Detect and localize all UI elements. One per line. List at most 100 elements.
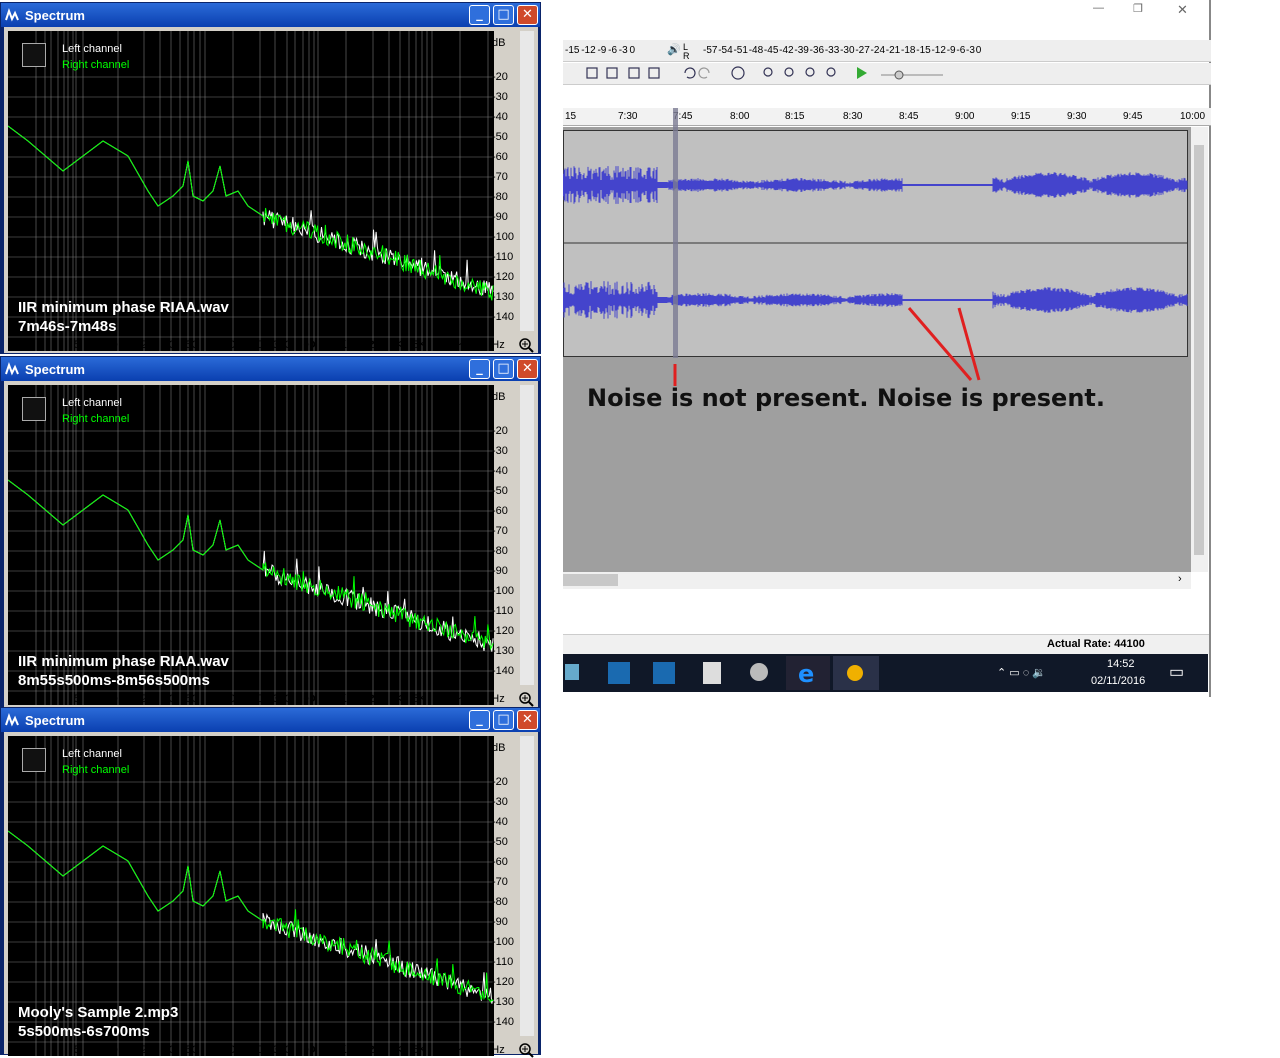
record-meter-scale[interactable]: -15 -12 -9 -6 -3 0 xyxy=(565,45,635,56)
x-tick-label: 10K xyxy=(445,339,465,351)
window-title: Spectrum xyxy=(25,8,85,23)
minimize-button[interactable]: _ xyxy=(469,5,490,25)
spectrum-plot[interactable]: Left channel Right channel IIR minimum p… xyxy=(8,385,494,705)
toolbar-icons[interactable] xyxy=(563,63,963,85)
y-tick-label: -140 xyxy=(492,665,515,677)
taskbar-app-icon xyxy=(565,664,579,680)
x-tick-label: 10 xyxy=(105,693,119,705)
x-tick-label: 2 xyxy=(27,693,35,705)
x-tick-label: 5 xyxy=(73,1044,81,1056)
y-tick-label: -50 xyxy=(492,485,508,497)
y-unit-label: dB xyxy=(492,391,506,403)
close-button[interactable]: ✕ xyxy=(1177,2,1188,18)
y-tick-label: -20 xyxy=(492,425,508,437)
y-tick-label: -20 xyxy=(492,71,508,83)
x-tick-label: 5 xyxy=(73,693,81,705)
y-tick-label: -100 xyxy=(492,585,515,597)
x-tick-label: 2K xyxy=(368,693,382,705)
legend-right-channel: Right channel xyxy=(62,59,130,71)
x-tick-label: 10 xyxy=(105,1044,119,1056)
maximize-button[interactable]: □ xyxy=(493,5,514,25)
x-tick-label: 30 xyxy=(162,693,176,705)
y-tick-label: -50 xyxy=(492,836,508,848)
close-button[interactable]: ✕ xyxy=(517,5,538,25)
minimize-button[interactable]: — xyxy=(1093,2,1104,14)
y-tick-label: -100 xyxy=(492,936,515,948)
x-tick-label: 2 xyxy=(27,339,35,351)
x-tick-label: 300 xyxy=(272,339,292,351)
x-tick-label: 30 xyxy=(162,339,176,351)
restore-button[interactable]: ❐ xyxy=(1133,2,1143,15)
svg-text:e: e xyxy=(798,660,814,688)
actual-rate: Actual Rate: 44100 xyxy=(1047,638,1145,650)
spectrum-plot[interactable]: Left channel Right channel IIR minimum p… xyxy=(8,31,494,351)
y-tick-label: -100 xyxy=(492,231,515,243)
x-tick-label: 500 xyxy=(296,693,316,705)
x-tick-label: 10K xyxy=(445,693,465,705)
y-tick-label: -40 xyxy=(492,465,508,477)
y-tick-label: -130 xyxy=(492,645,515,657)
timeline-tick: 8:15 xyxy=(785,111,805,122)
timeline-tick: 8:00 xyxy=(730,111,750,122)
maximize-button[interactable]: □ xyxy=(493,359,514,379)
y-tick-label: -140 xyxy=(492,311,515,323)
x-tick-label: 500 xyxy=(296,339,316,351)
file-name: IIR minimum phase RIAA.wav xyxy=(18,653,229,670)
x-tick-label: 50 xyxy=(185,693,199,705)
timeline-tick: 10:00 xyxy=(1180,111,1206,122)
notification-icon[interactable]: ▭ xyxy=(1169,662,1184,682)
zoom-icon[interactable] xyxy=(518,1042,534,1058)
timeline-tick: 9:30 xyxy=(1067,111,1087,122)
x-unit-label: Hz xyxy=(491,1044,505,1056)
horizontal-scrollbar[interactable]: › xyxy=(563,572,1191,589)
y-tick-label: -110 xyxy=(492,251,514,263)
y-tick-label: -60 xyxy=(492,856,508,868)
zoom-icon[interactable] xyxy=(518,691,534,707)
spectrum-window-2: Spectrum _ □ ✕ Left channel Right channe… xyxy=(0,356,541,708)
y-tick-label: -110 xyxy=(492,956,514,968)
close-button[interactable]: ✕ xyxy=(517,710,538,730)
vertical-scrollbar[interactable] xyxy=(1191,127,1208,572)
x-tick-label: 3 xyxy=(50,693,58,705)
meter-channel-label: L R xyxy=(683,42,690,61)
y-tick-label: -30 xyxy=(492,445,508,457)
spectrum-window-1: Spectrum _ □ ✕ Left channel Right channe… xyxy=(0,2,541,354)
close-button[interactable]: ✕ xyxy=(517,359,538,379)
spectrum-titlebar[interactable]: Spectrum _ □ ✕ xyxy=(1,3,540,27)
x-tick-label: 3 xyxy=(50,339,58,351)
system-tray-icons[interactable]: ⌃ ▭ ◌ 🔉 xyxy=(997,666,1046,679)
spectrum-titlebar[interactable]: Spectrum _ □ ✕ xyxy=(1,708,540,732)
y-tick-label: -30 xyxy=(492,796,508,808)
spectrum-titlebar[interactable]: Spectrum _ □ ✕ xyxy=(1,357,540,381)
clock-time[interactable]: 14:52 xyxy=(1107,658,1135,670)
spectrum-plot[interactable]: Left channel Right channel Mooly's Sampl… xyxy=(8,736,494,1056)
x-tick-label: 2K xyxy=(368,1044,382,1056)
spectrum-app-icon xyxy=(5,713,19,727)
x-tick-label: 1K xyxy=(333,1044,347,1056)
audacity-window: — ❐ ✕ -15 -12 -9 -6 -3 0 🔊 L R -57 -54 -… xyxy=(563,0,1211,697)
legend-right-channel: Right channel xyxy=(62,764,130,776)
x-tick-label: 5K xyxy=(412,1044,426,1056)
y-tick-label: -40 xyxy=(492,816,508,828)
time-range: 7m46s-7m48s xyxy=(18,318,117,335)
minimize-button[interactable]: _ xyxy=(469,359,490,379)
y-tick-label: -120 xyxy=(492,271,515,283)
window-title: Spectrum xyxy=(25,362,85,377)
y-tick-label: -110 xyxy=(492,605,514,617)
minimize-button[interactable]: _ xyxy=(469,710,490,730)
legend-left-channel: Left channel xyxy=(62,397,122,409)
timeline-ruler[interactable] xyxy=(563,108,1211,126)
clock-date[interactable]: 02/11/2016 xyxy=(1091,675,1145,687)
vertical-scrollbar[interactable] xyxy=(520,31,534,331)
playback-meter-scale[interactable]: -57 -54 -51 -48 -45 -42 -39 -36 -33 -30 … xyxy=(703,45,981,56)
zoom-icon[interactable] xyxy=(518,337,534,353)
vertical-scrollbar[interactable] xyxy=(520,736,534,1036)
spectrum-body: Left channel Right channel IIR minimum p… xyxy=(4,27,538,353)
maximize-button[interactable]: □ xyxy=(493,710,514,730)
x-tick-label: 5K xyxy=(412,693,426,705)
y-tick-label: -70 xyxy=(492,876,508,888)
vertical-scrollbar[interactable] xyxy=(520,385,534,685)
y-tick-label: -120 xyxy=(492,625,515,637)
y-tick-label: -20 xyxy=(492,776,508,788)
edit-toolbar xyxy=(563,63,1211,85)
